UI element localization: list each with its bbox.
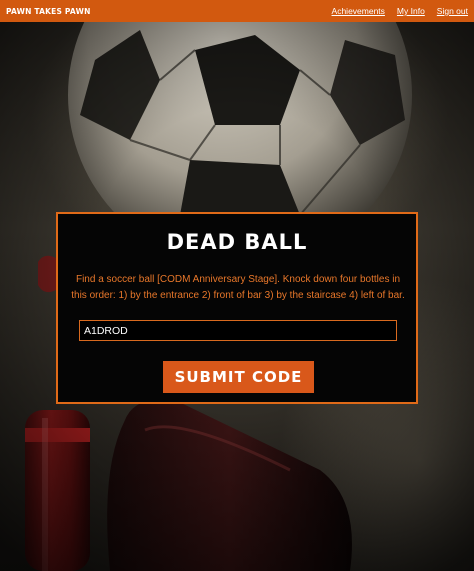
top-bar: PAWN TAKES PAWN Achievements My Info Sig…: [0, 0, 474, 22]
nav-sign-out-link[interactable]: Sign out: [437, 6, 468, 16]
modal-instructions: Find a soccer ball [CODM Anniversary Sta…: [71, 274, 405, 301]
top-nav: Achievements My Info Sign out: [332, 6, 468, 16]
nav-achievements-link[interactable]: Achievements: [332, 6, 385, 16]
brand-logo[interactable]: PAWN TAKES PAWN: [6, 7, 91, 16]
nav-my-info-link[interactable]: My Info: [397, 6, 425, 16]
modal-title: DEAD BALL: [166, 230, 308, 254]
code-input[interactable]: [79, 320, 397, 341]
submit-code-button[interactable]: SUBMIT CODE: [163, 361, 314, 393]
code-entry-modal: DEAD BALL Find a soccer ball [CODM Anniv…: [56, 212, 418, 404]
